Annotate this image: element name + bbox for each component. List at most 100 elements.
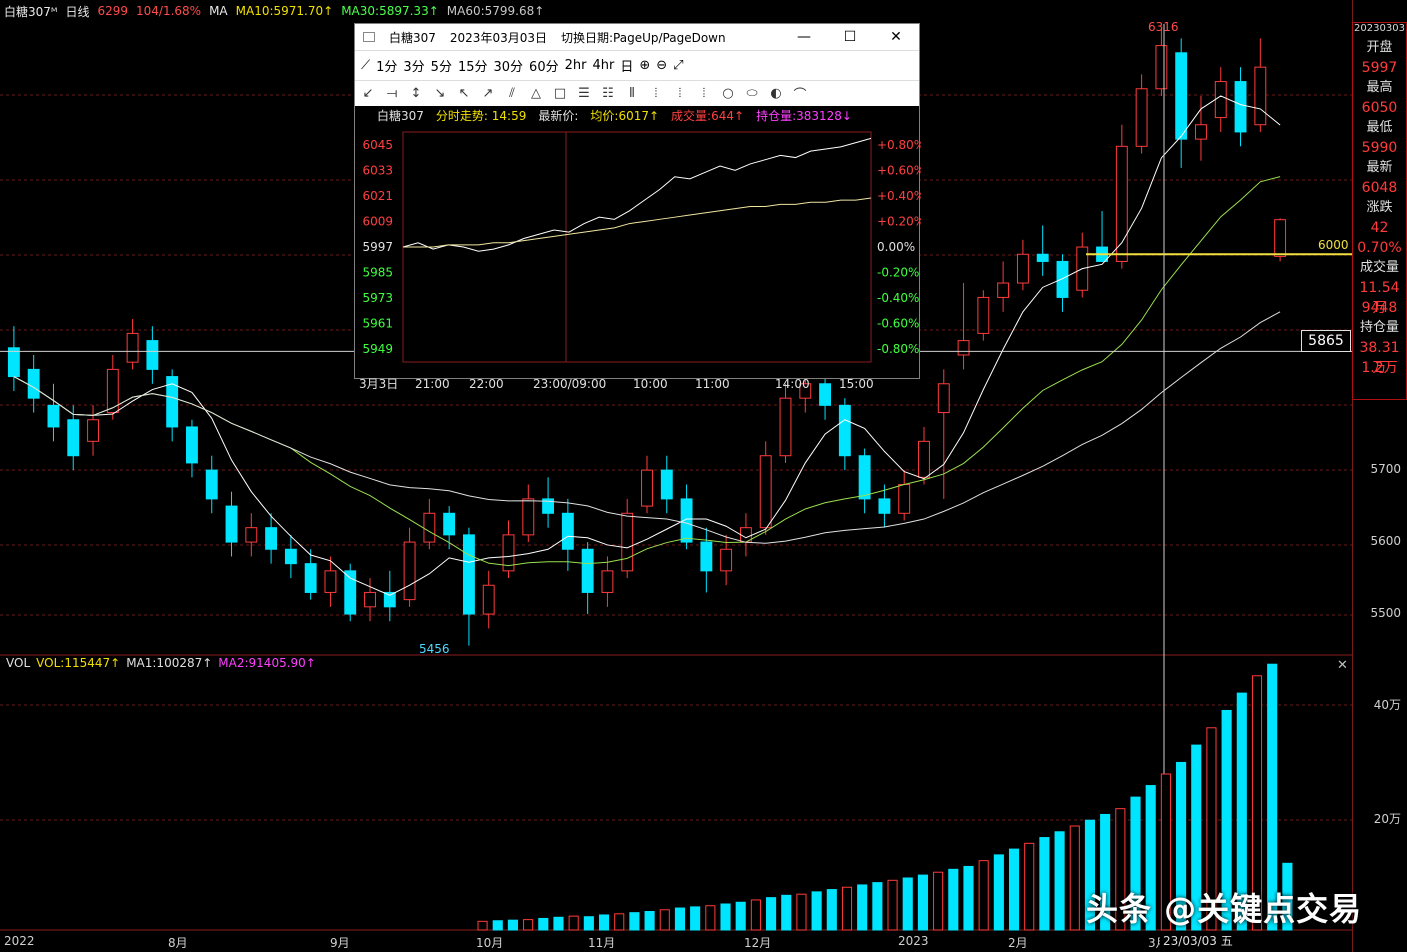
price-tick: 5600 xyxy=(1370,534,1401,548)
trend-tool-icon[interactable]: ↘ xyxy=(433,86,447,101)
timeframe-toolbar: ⟋ 1分 3分 5分 15分 30分 60分 2hr 4hr 日 ⊕ ⊖ ⤢ xyxy=(355,50,919,80)
vol-ma1: MA1:100287↑ xyxy=(126,656,213,670)
ma-dropdown[interactable]: MA xyxy=(209,4,228,18)
zoom-in-icon[interactable]: ⊕ xyxy=(639,58,650,73)
low-label: 最低 xyxy=(1366,120,1393,135)
level-line-label: 6000 xyxy=(1318,238,1349,252)
info-date: 20230303 xyxy=(1354,23,1405,34)
volume-bar xyxy=(720,903,731,931)
watermark: 头条 @关键点交易 xyxy=(1086,890,1363,928)
intraday-price-tick: 6009 xyxy=(362,214,393,228)
arrow-tool-icon[interactable]: ↗ xyxy=(481,86,495,101)
minimize-button[interactable]: — xyxy=(781,29,827,45)
intraday-time-tick: 23:00/09:00 xyxy=(533,377,606,391)
candle-body xyxy=(561,512,574,550)
candle-body xyxy=(759,455,772,529)
intraday-time-tick: 14:00 xyxy=(775,377,810,391)
x-tick: 8月 xyxy=(168,936,188,950)
fib-tool-icon[interactable]: ☰ xyxy=(577,86,591,101)
volume-bar xyxy=(659,909,670,931)
intraday-symbol: 白糖307 xyxy=(377,108,424,123)
curve-tool-icon[interactable]: ⌒ xyxy=(793,84,807,103)
intraday-price-tick: 5949 xyxy=(362,342,393,356)
tf-15min[interactable]: 15分 xyxy=(458,56,488,75)
line-chart-icon[interactable]: ⟋ xyxy=(361,58,370,73)
ray-tool-icon[interactable]: ↙ xyxy=(361,86,375,101)
hline-tool-icon[interactable]: ⟞ xyxy=(385,86,399,101)
candle-body xyxy=(205,469,218,500)
high-label: 最高 xyxy=(1366,80,1393,95)
ma10-value: MA10:5971.70↑ xyxy=(235,4,334,18)
vline-tool-icon[interactable]: ↕ xyxy=(409,86,423,101)
period-dropdown[interactable]: 日线 xyxy=(65,3,89,20)
x-cursor-date: 23/03/03 五 xyxy=(1160,932,1236,949)
candle-body xyxy=(67,419,80,457)
candle-body xyxy=(403,541,416,601)
rect-tool-icon[interactable]: □ xyxy=(553,86,567,101)
arc-tool-icon[interactable]: ◐ xyxy=(769,86,783,101)
intraday-chart[interactable]: 6045 +0.80% 6033 +0.60% 6021 +0.40% 6009 +0.20%… xyxy=(355,124,921,394)
close-icon[interactable]: ✕ xyxy=(1337,658,1348,673)
intraday-volume: 成交量:644↑ xyxy=(671,108,745,123)
candle-body xyxy=(7,347,20,378)
tf-60min[interactable]: 60分 xyxy=(529,56,559,75)
volume-bar xyxy=(917,874,928,931)
volume-bar xyxy=(796,893,807,931)
tf-5min[interactable]: 5分 xyxy=(431,56,452,75)
candle-body xyxy=(47,404,60,428)
circle-tool-icon[interactable]: ○ xyxy=(721,86,735,101)
candle-body xyxy=(720,548,733,572)
symbol-label[interactable]: 白糖307ᴹ xyxy=(4,3,57,20)
volume-bar xyxy=(993,854,1004,931)
intraday-pct-tick: +0.20% xyxy=(877,214,921,228)
segment-tool-icon[interactable]: ↖ xyxy=(457,86,471,101)
candle-body xyxy=(482,584,495,615)
tf-3min[interactable]: 3分 xyxy=(403,56,424,75)
volume-label: 成交量 xyxy=(1359,260,1399,275)
candle-body xyxy=(364,591,376,608)
channel-tool-icon[interactable]: ⫽ xyxy=(505,86,519,101)
maximize-button[interactable]: ☐ xyxy=(827,29,873,45)
candle-body xyxy=(700,541,713,572)
low-value: 5990 xyxy=(1361,140,1398,156)
intraday-pct-tick: 0.00% xyxy=(877,240,915,254)
intraday-time-tick: 10:00 xyxy=(633,377,668,391)
cycle3-tool-icon[interactable]: ⦙ xyxy=(697,86,711,101)
volume-value-2: 9448 xyxy=(1361,300,1398,316)
candle-body xyxy=(977,296,990,334)
close-button[interactable]: ✕ xyxy=(873,29,919,45)
candle-body xyxy=(324,570,337,593)
high-value: 6050 xyxy=(1361,100,1398,116)
intraday-popup-window[interactable]: 白糖307 2023年03月03日 切换日期:PageUp/PageDown —… xyxy=(354,23,921,391)
volume-dropdown[interactable]: VOL xyxy=(6,656,30,670)
gann-tool-icon[interactable]: ⦀ xyxy=(625,86,639,101)
volume-bar xyxy=(553,916,564,931)
open-value: 5997 xyxy=(1361,60,1398,76)
popup-title-symbol: 白糖307 xyxy=(389,30,436,45)
high-marker: 6316 xyxy=(1148,20,1179,34)
cycle-tool-icon[interactable]: ⦙ xyxy=(649,86,663,101)
volume-bar xyxy=(781,894,792,931)
tf-1min[interactable]: 1分 xyxy=(376,56,397,75)
tf-4hr[interactable]: 4hr xyxy=(592,58,614,73)
zoom-out-icon[interactable]: ⊖ xyxy=(656,58,667,73)
fib2-tool-icon[interactable]: ☷ xyxy=(601,86,615,101)
chart-toolbar: 白糖307ᴹ 日线 6299 104/1.68% MA MA10:5971.70… xyxy=(0,0,1352,22)
volume-bar xyxy=(583,916,594,931)
intraday-time-tick: 15:00 xyxy=(839,377,874,391)
tf-30min[interactable]: 30分 xyxy=(494,56,524,75)
ma60-value: MA60:5799.68↑ xyxy=(446,4,545,18)
auto-scale-icon[interactable]: ⤢ xyxy=(673,58,683,73)
intraday-info-row: 白糖307 分时走势: 14:59 最新价: 均价:6017↑ 成交量:644↑… xyxy=(355,106,919,124)
x-tick: 10月 xyxy=(476,936,504,950)
candle-body xyxy=(621,512,634,572)
popup-titlebar[interactable]: 白糖307 2023年03月03日 切换日期:PageUp/PageDown —… xyxy=(355,24,919,50)
cycle2-tool-icon[interactable]: ⦙ xyxy=(673,86,687,101)
tf-day[interactable]: 日 xyxy=(620,56,633,75)
volume-bar xyxy=(674,907,686,931)
tf-2hr[interactable]: 2hr xyxy=(565,58,587,73)
triangle-tool-icon[interactable]: △ xyxy=(529,86,543,101)
ellipse-tool-icon[interactable]: ⬭ xyxy=(745,86,759,101)
volume-bar xyxy=(872,882,883,931)
candle-body xyxy=(443,512,456,536)
